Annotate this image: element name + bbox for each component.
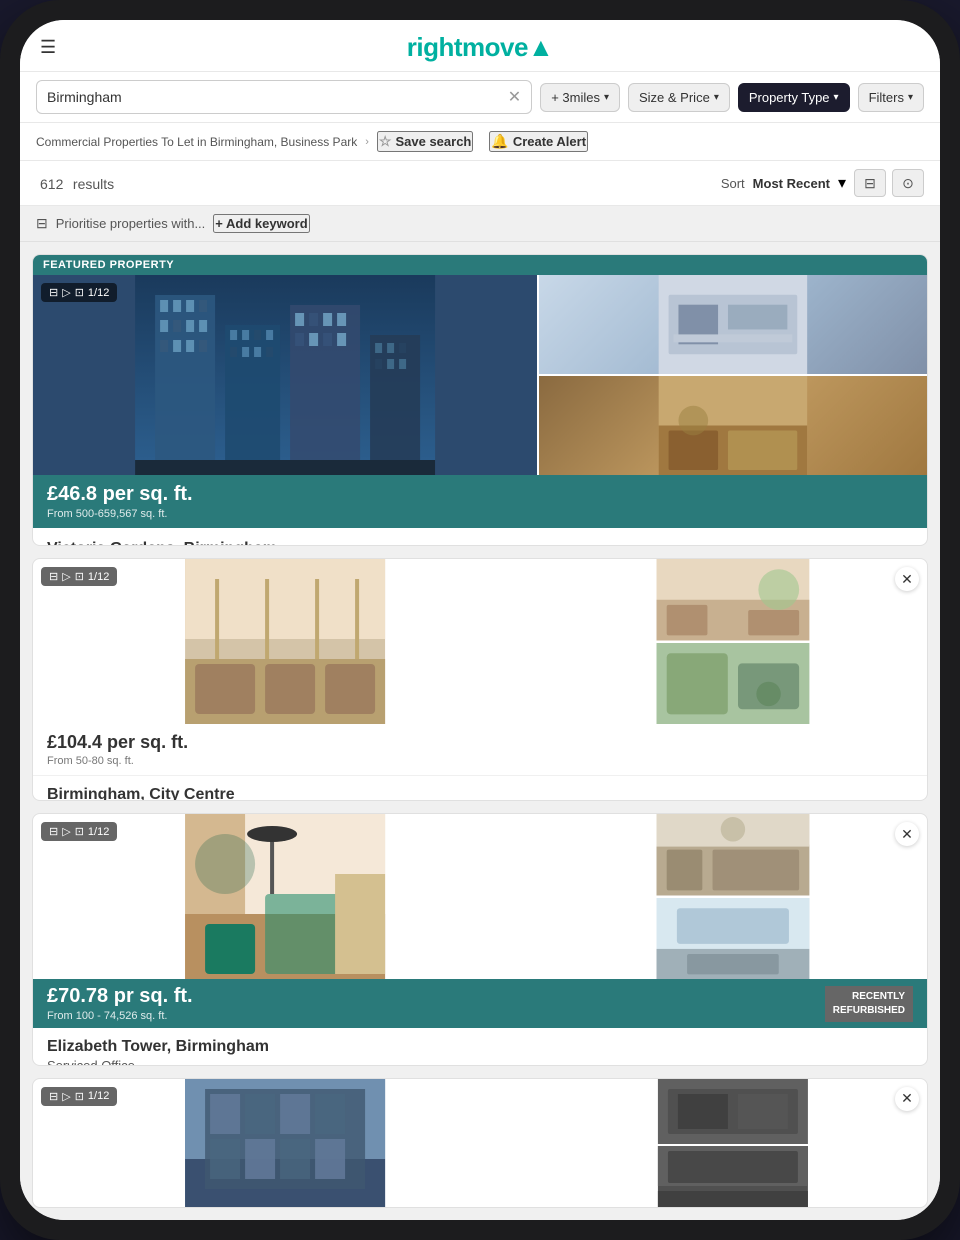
listing-1-top: ✕ bbox=[33, 559, 927, 724]
add-keyword-button[interactable]: + Add keyword bbox=[213, 214, 309, 233]
location-input[interactable]: Birmingham bbox=[47, 89, 502, 105]
featured-property-title: Victoria Gardens, Birmingham bbox=[47, 540, 913, 546]
listing-2-price: £70.78 pr sq. ft. bbox=[47, 985, 193, 1008]
listing-2-side-images bbox=[539, 814, 927, 979]
listing-1-side-2 bbox=[539, 643, 927, 725]
featured-main-image: ⊟▷⊡ 1/12 bbox=[33, 275, 537, 475]
listing-3-image-counter: ⊟▷⊡ 1/12 bbox=[41, 1087, 117, 1106]
listing-2-main-image: ⊟▷⊡ 1/12 bbox=[33, 814, 537, 979]
featured-side-image-2 bbox=[539, 376, 927, 475]
breadcrumb-arrow-icon: › bbox=[365, 136, 369, 148]
results-bar: 612 results Sort Most Recent ▾ ⊟ ⊙ bbox=[20, 161, 940, 206]
featured-property-card[interactable]: FEATURED PROPERTY bbox=[32, 254, 928, 546]
keywords-bar: ⊟ Prioritise properties with... + Add ke… bbox=[20, 206, 940, 242]
distance-filter-button[interactable]: + 3miles ▾ bbox=[540, 83, 620, 112]
listing-card-1[interactable]: ✕ bbox=[32, 558, 928, 801]
chevron-down-icon: ▾ bbox=[834, 92, 839, 103]
featured-price-from: From 500-659,567 sq. ft. bbox=[47, 508, 913, 520]
listing-2-images: ⊟▷⊡ 1/12 bbox=[33, 814, 927, 979]
featured-side-images bbox=[539, 275, 927, 475]
sort-value: Most Recent bbox=[753, 176, 830, 191]
listing-1-info: Birmingham, City Centre Serviced Office … bbox=[33, 776, 927, 801]
listing-2-side-1 bbox=[539, 814, 927, 896]
listing-1-price-from: From 50-80 sq. ft. bbox=[47, 755, 913, 767]
location-input-wrapper[interactable]: Birmingham ✕ bbox=[36, 80, 532, 114]
device-frame: ☰ rightmove▲ Birmingham ✕ + 3miles ▾ Siz… bbox=[0, 0, 960, 1240]
chevron-down-icon: ▾ bbox=[714, 92, 719, 103]
listing-1-title: Birmingham, City Centre bbox=[47, 786, 913, 801]
listing-2-type: Serviced Office bbox=[47, 1058, 913, 1066]
featured-side-image-1 bbox=[539, 275, 927, 374]
listings-container: FEATURED PROPERTY bbox=[20, 242, 940, 1220]
featured-property-details: Victoria Gardens, Birmingham Office Coul… bbox=[33, 528, 927, 546]
featured-badge: FEATURED PROPERTY bbox=[33, 255, 927, 275]
featured-property-images: ⊟▷⊡ 1/12 bbox=[33, 275, 927, 475]
list-view-button[interactable]: ⊟ bbox=[854, 169, 886, 197]
listing-3-main-image: ⊟▷⊡ 1/12 bbox=[33, 1079, 537, 1208]
listing-2-title: Elizabeth Tower, Birmingham bbox=[47, 1038, 913, 1056]
star-icon: ☆ bbox=[379, 133, 392, 150]
listing-card-3[interactable]: ✕ bbox=[32, 1078, 928, 1208]
menu-icon[interactable]: ☰ bbox=[40, 37, 56, 58]
building-illustration bbox=[33, 275, 537, 475]
listing-1-price: £104.4 per sq. ft. bbox=[47, 732, 913, 753]
bell-icon: 🔔 bbox=[491, 133, 508, 150]
listing-1-price-section: £104.4 per sq. ft. From 50-80 sq. ft. bbox=[33, 724, 927, 776]
create-alert-button[interactable]: 🔔 Create Alert bbox=[489, 131, 588, 152]
listing-3-top: ✕ bbox=[33, 1079, 927, 1208]
listing-2-info: Elizabeth Tower, Birmingham Serviced Off… bbox=[33, 1028, 927, 1066]
listing-3-side-1 bbox=[539, 1079, 927, 1144]
save-search-button[interactable]: ☆ Save search bbox=[377, 131, 473, 152]
close-listing-1-button[interactable]: ✕ bbox=[895, 567, 919, 591]
breadcrumb-bar: Commercial Properties To Let in Birmingh… bbox=[20, 123, 940, 161]
map-pin-icon: ⊙ bbox=[902, 175, 914, 192]
close-listing-3-button[interactable]: ✕ bbox=[895, 1087, 919, 1111]
recently-refurbished-tag: RECENTLYREFURBISHED bbox=[825, 986, 913, 1022]
map-view-button[interactable]: ⊙ bbox=[892, 169, 924, 197]
listing-2-top: ✕ bbox=[33, 814, 927, 979]
listing-1-side-1 bbox=[539, 559, 927, 641]
listing-3-side-2 bbox=[539, 1146, 927, 1208]
search-bar: Birmingham ✕ + 3miles ▾ Size & Price ▾ P… bbox=[20, 72, 940, 123]
filters-button[interactable]: Filters ▾ bbox=[858, 83, 924, 112]
view-icons: ⊟ ⊙ bbox=[854, 169, 924, 197]
size-price-filter-button[interactable]: Size & Price ▾ bbox=[628, 83, 730, 112]
sort-chevron-icon: ▾ bbox=[838, 173, 846, 193]
filter-icon: ⊟ bbox=[36, 215, 48, 232]
listing-1-image-counter: ⊟▷⊡ 1/12 bbox=[41, 567, 117, 586]
property-type-filter-button[interactable]: Property Type ▾ bbox=[738, 83, 850, 112]
sort-section: Sort Most Recent ▾ ⊟ ⊙ bbox=[721, 169, 924, 197]
listing-2-image-counter: ⊟▷⊡ 1/12 bbox=[41, 822, 117, 841]
listing-2-price-bar: £70.78 pr sq. ft. From 100 - 74,526 sq. … bbox=[33, 979, 927, 1028]
featured-price: £46.8 per sq. ft. bbox=[47, 483, 913, 506]
image-counter: ⊟▷⊡ 1/12 bbox=[41, 283, 117, 302]
listing-2-side-2 bbox=[539, 898, 927, 980]
chevron-down-icon: ▾ bbox=[908, 92, 913, 103]
listing-3-images: ⊟▷⊡ 1/12 bbox=[33, 1079, 927, 1208]
results-count-section: 612 results bbox=[36, 172, 114, 195]
listing-1-side-images bbox=[539, 559, 927, 724]
listing-2-price-from: From 100 - 74,526 sq. ft. bbox=[47, 1010, 193, 1022]
listing-1-main-image: ⊟▷⊡ 1/12 bbox=[33, 559, 537, 724]
top-bar: ☰ rightmove▲ bbox=[20, 20, 940, 72]
prioritise-text: Prioritise properties with... bbox=[56, 216, 206, 231]
listing-1-images: ⊟▷⊡ 1/12 bbox=[33, 559, 927, 724]
featured-price-bar: £46.8 per sq. ft. From 500-659,567 sq. f… bbox=[33, 475, 927, 528]
listing-card-2[interactable]: ✕ bbox=[32, 813, 928, 1066]
clear-location-icon[interactable]: ✕ bbox=[508, 87, 521, 107]
listing-3-side-images bbox=[539, 1079, 927, 1208]
chevron-down-icon: ▾ bbox=[604, 92, 609, 103]
sort-label: Sort bbox=[721, 176, 745, 191]
results-count: 612 results bbox=[36, 172, 114, 194]
device-screen: ☰ rightmove▲ Birmingham ✕ + 3miles ▾ Siz… bbox=[20, 20, 940, 1220]
list-view-icon: ⊟ bbox=[864, 175, 876, 192]
logo: rightmove▲ bbox=[407, 32, 553, 63]
breadcrumb: Commercial Properties To Let in Birmingh… bbox=[36, 135, 357, 149]
